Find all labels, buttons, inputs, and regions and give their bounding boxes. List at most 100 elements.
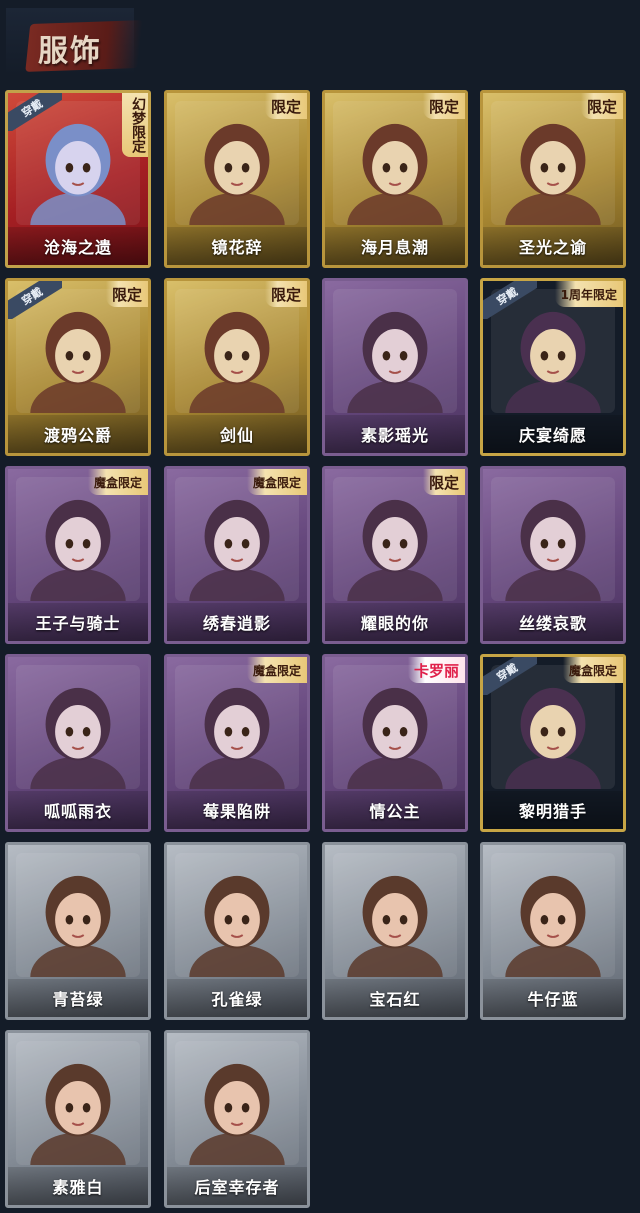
page-title: 服饰 xyxy=(38,34,102,69)
equipped-ribbon: 穿戴 xyxy=(483,281,537,319)
costume-name: 黎明猎手 xyxy=(518,802,587,821)
costume-card[interactable]: 渡鸦公爵 限定 穿戴 xyxy=(5,278,151,456)
character-portrait xyxy=(333,853,457,977)
character-portrait xyxy=(175,665,299,789)
costume-card[interactable]: 情公主 卡罗丽 xyxy=(322,654,468,832)
card-name-bar: 情公主 xyxy=(325,791,465,829)
costume-card[interactable]: 呱呱雨衣 xyxy=(5,654,151,832)
costume-card[interactable]: 镜花辞 限定 xyxy=(164,90,310,268)
card-name-bar: 海月息潮 xyxy=(325,227,465,265)
card-name-bar: 剑仙 xyxy=(167,415,307,453)
character-portrait xyxy=(16,665,140,789)
card-name-bar: 王子与骑士 xyxy=(8,603,148,641)
costume-card[interactable]: 宝石红 xyxy=(322,842,468,1020)
card-name-bar: 莓果陷阱 xyxy=(167,791,307,829)
card-name-bar: 呱呱雨衣 xyxy=(8,791,148,829)
limited-tag: 魔盒限定 xyxy=(246,469,307,495)
limited-tag: 限定 xyxy=(422,469,465,495)
limited-tag: 限定 xyxy=(264,281,307,307)
card-name-bar: 渡鸦公爵 xyxy=(8,415,148,453)
equipped-label: 穿戴 xyxy=(19,285,46,308)
character-portrait xyxy=(175,477,299,601)
equipped-label: 穿戴 xyxy=(494,661,521,684)
costume-name: 呱呱雨衣 xyxy=(43,802,112,821)
card-name-bar: 丝缕哀歌 xyxy=(483,603,623,641)
limited-tag: 卡罗丽 xyxy=(407,657,465,683)
character-portrait xyxy=(333,665,457,789)
costume-card[interactable]: 丝缕哀歌 xyxy=(480,466,626,644)
costume-card[interactable]: 青苔绿 xyxy=(5,842,151,1020)
card-name-bar: 沧海之遗 xyxy=(8,227,148,265)
character-portrait xyxy=(175,101,299,225)
equipped-band: 穿戴 xyxy=(483,657,537,695)
costume-card[interactable]: 孔雀绿 xyxy=(164,842,310,1020)
limited-tag: 限定 xyxy=(580,93,623,119)
costume-name: 丝缕哀歌 xyxy=(518,614,587,633)
costume-name: 素影瑶光 xyxy=(360,426,429,445)
costume-name: 镜花辞 xyxy=(211,238,263,257)
card-name-bar: 孔雀绿 xyxy=(167,979,307,1017)
card-name-bar: 后室幸存者 xyxy=(167,1167,307,1205)
character-portrait xyxy=(175,289,299,413)
card-name-bar: 绣春逍影 xyxy=(167,603,307,641)
card-name-bar: 素影瑶光 xyxy=(325,415,465,453)
limited-tag: 魔盒限定 xyxy=(562,657,623,683)
card-name-bar: 青苔绿 xyxy=(8,979,148,1017)
costume-name: 素雅白 xyxy=(52,1178,104,1197)
costume-name: 剑仙 xyxy=(219,426,254,445)
equipped-band: 穿戴 xyxy=(483,281,537,319)
equipped-label: 穿戴 xyxy=(19,97,46,120)
character-portrait xyxy=(175,1041,299,1165)
card-name-bar: 黎明猎手 xyxy=(483,791,623,829)
costume-card[interactable]: 素雅白 xyxy=(5,1030,151,1208)
costume-card[interactable]: 绣春逍影 魔盒限定 xyxy=(164,466,310,644)
costume-card[interactable]: 牛仔蓝 xyxy=(480,842,626,1020)
section-header: 服饰 xyxy=(6,8,143,76)
costume-name: 王子与骑士 xyxy=(35,614,121,633)
costume-card[interactable]: 莓果陷阱 魔盒限定 xyxy=(164,654,310,832)
character-portrait xyxy=(491,477,615,601)
costume-card[interactable]: 海月息潮 限定 xyxy=(322,90,468,268)
equipped-ribbon: 穿戴 xyxy=(483,657,537,695)
costume-name: 绣春逍影 xyxy=(202,614,271,633)
limited-tag: 魔盒限定 xyxy=(246,657,307,683)
character-portrait xyxy=(16,477,140,601)
costume-name: 孔雀绿 xyxy=(211,990,263,1009)
costume-name: 耀眼的你 xyxy=(360,614,429,633)
card-name-bar: 宝石红 xyxy=(325,979,465,1017)
character-portrait xyxy=(333,101,457,225)
costume-name: 庆宴绮愿 xyxy=(518,426,587,445)
costume-name: 后室幸存者 xyxy=(194,1178,280,1197)
character-portrait xyxy=(16,1041,140,1165)
costume-card[interactable]: 剑仙 限定 xyxy=(164,278,310,456)
costume-name: 青苔绿 xyxy=(52,990,104,1009)
costume-card[interactable]: 王子与骑士 魔盒限定 xyxy=(5,466,151,644)
card-name-bar: 庆宴绮愿 xyxy=(483,415,623,453)
costume-card[interactable]: 后室幸存者 xyxy=(164,1030,310,1208)
equipped-ribbon: 穿戴 xyxy=(8,281,62,319)
costume-card[interactable]: 沧海之遗 幻梦限定 穿戴 xyxy=(5,90,151,268)
limited-tag: 魔盒限定 xyxy=(87,469,148,495)
equipped-band: 穿戴 xyxy=(8,281,62,319)
costume-name: 情公主 xyxy=(369,802,421,821)
limited-tag: 限定 xyxy=(422,93,465,119)
costume-name: 莓果陷阱 xyxy=(202,802,271,821)
costume-card[interactable]: 庆宴绮愿 1周年限定 穿戴 xyxy=(480,278,626,456)
character-portrait xyxy=(333,477,457,601)
character-portrait xyxy=(491,101,615,225)
card-name-bar: 镜花辞 xyxy=(167,227,307,265)
limited-tag: 1周年限定 xyxy=(554,281,623,307)
character-portrait xyxy=(333,289,457,413)
card-name-bar: 耀眼的你 xyxy=(325,603,465,641)
costume-name: 牛仔蓝 xyxy=(527,990,579,1009)
costume-name: 沧海之遗 xyxy=(43,238,112,257)
costume-name: 海月息潮 xyxy=(360,238,429,257)
character-portrait xyxy=(16,853,140,977)
costume-name: 圣光之谕 xyxy=(518,238,587,257)
costume-card[interactable]: 耀眼的你 限定 xyxy=(322,466,468,644)
costume-name: 宝石红 xyxy=(369,990,421,1009)
costume-card[interactable]: 素影瑶光 xyxy=(322,278,468,456)
costume-card[interactable]: 黎明猎手 魔盒限定 穿戴 xyxy=(480,654,626,832)
character-portrait xyxy=(491,853,615,977)
costume-card[interactable]: 圣光之谕 限定 xyxy=(480,90,626,268)
